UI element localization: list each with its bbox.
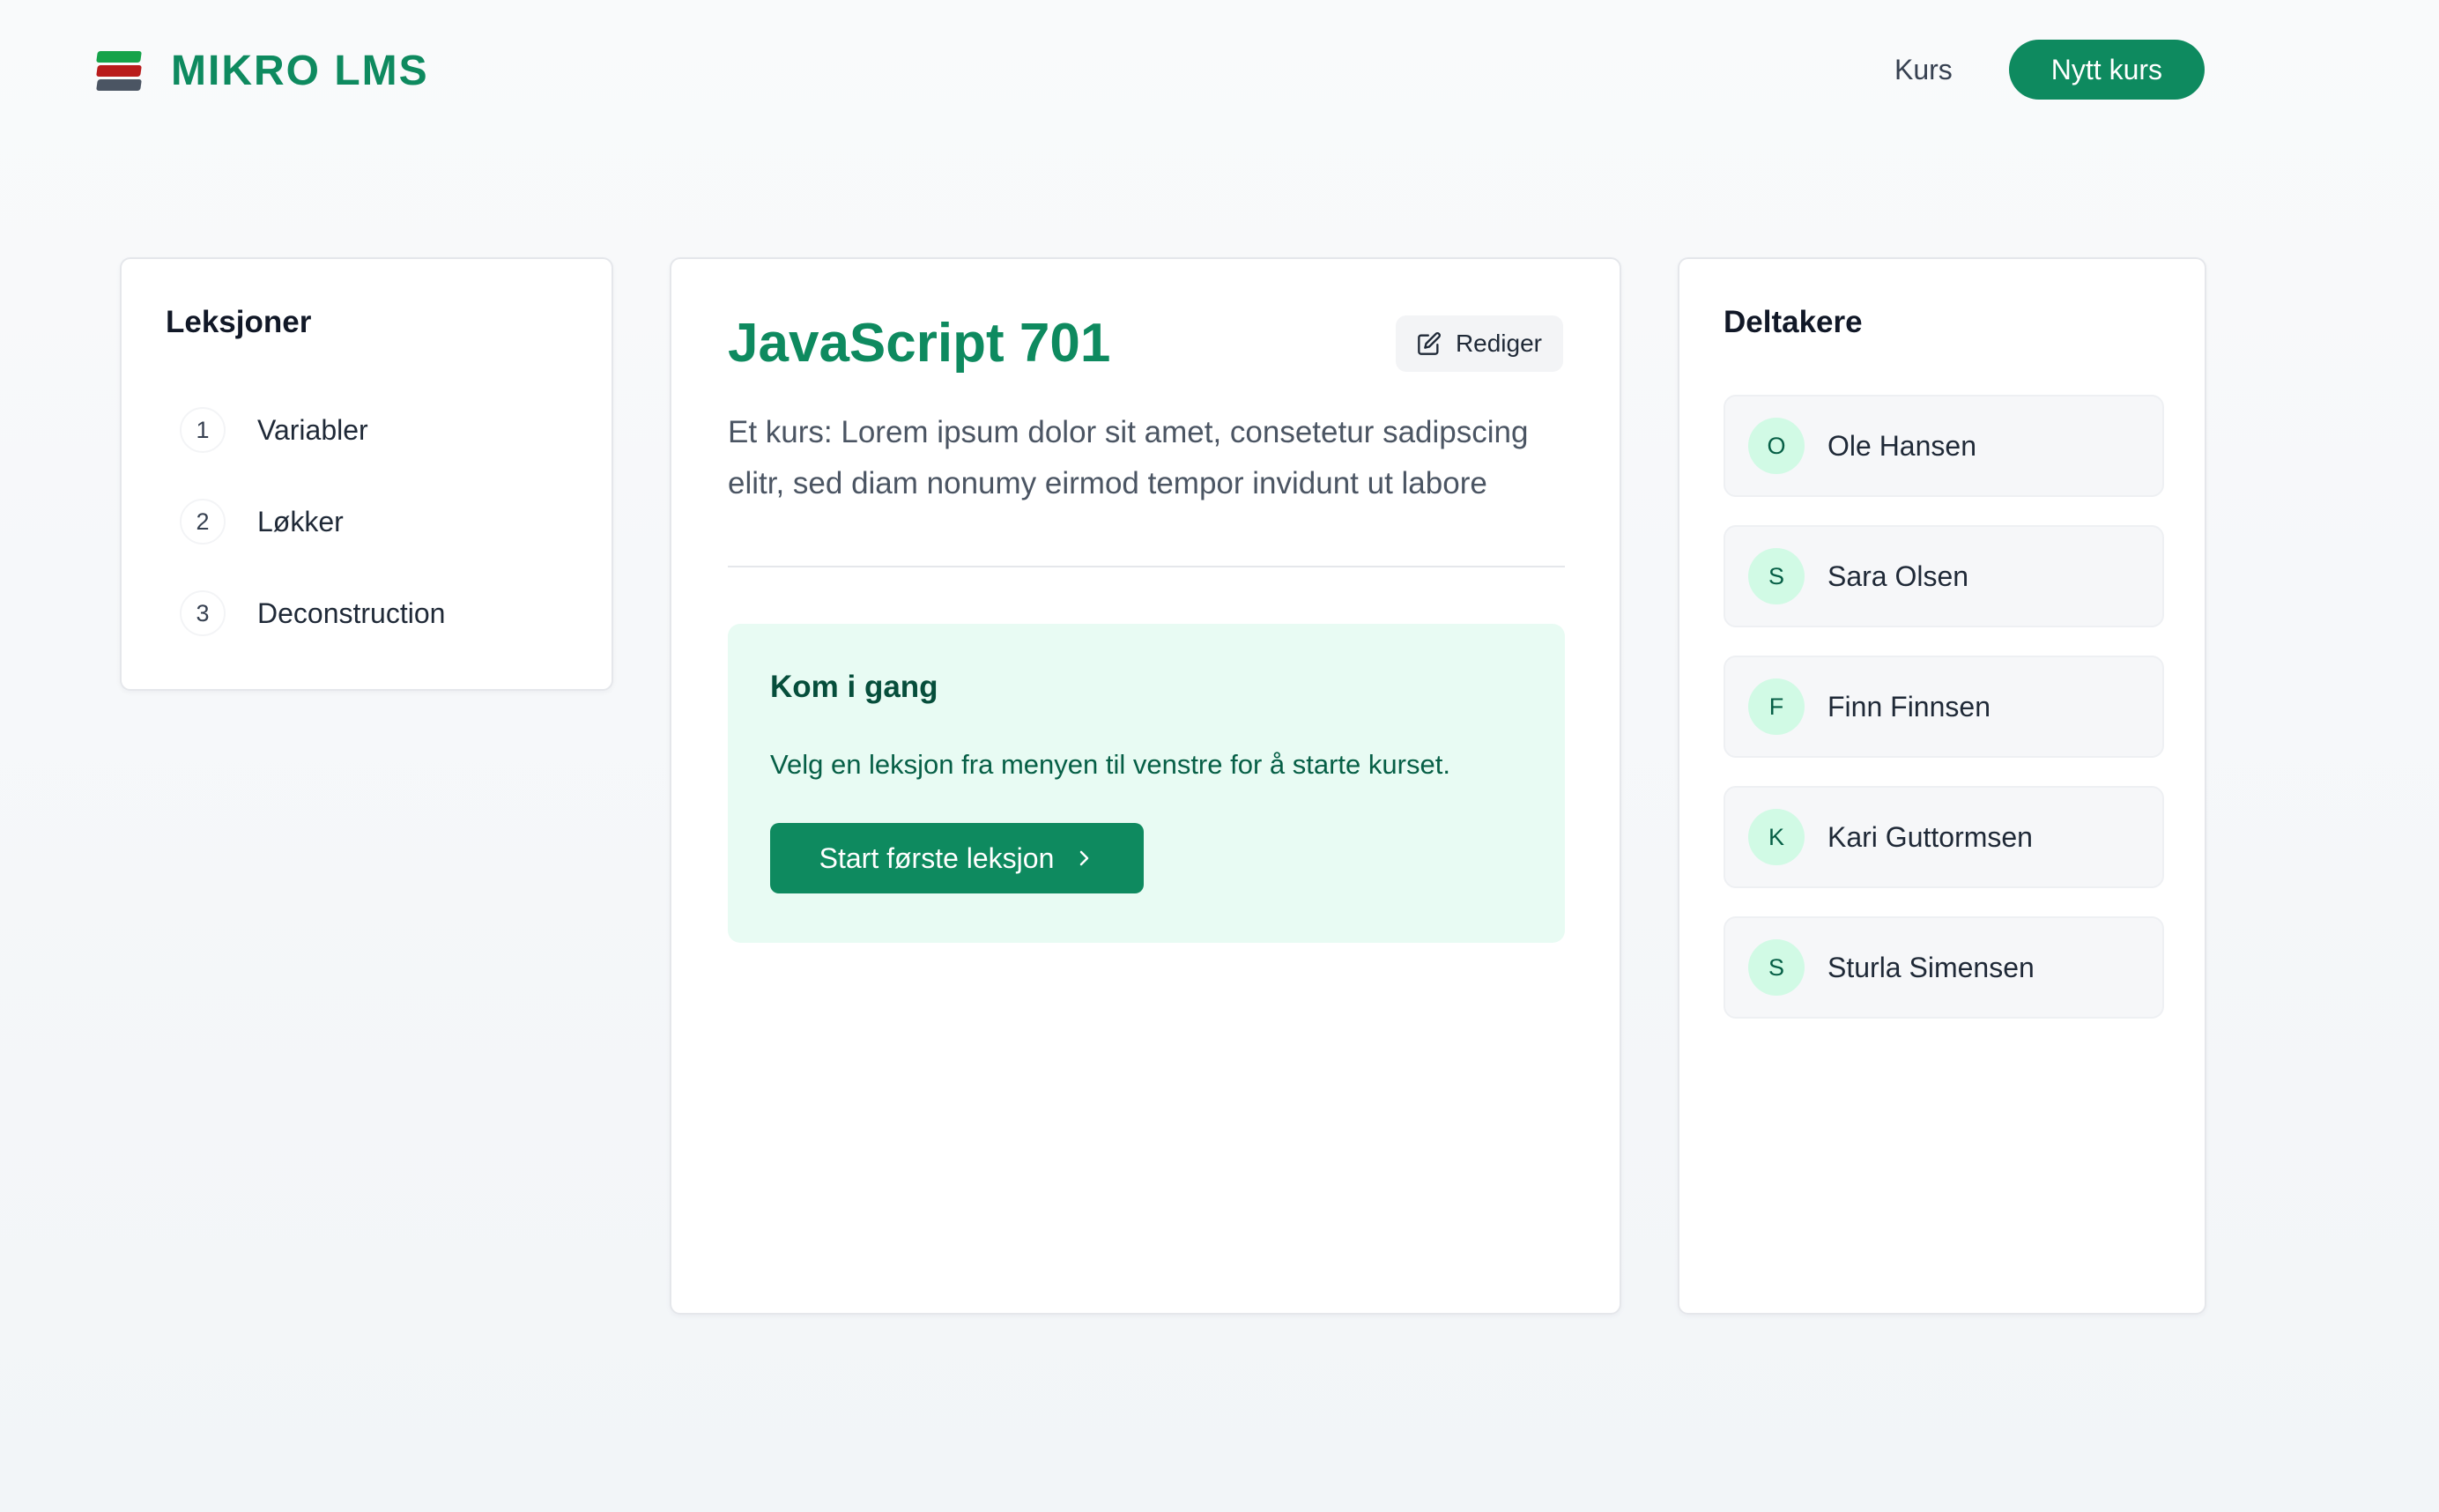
app-header: MIKRO LMS Kurs Nytt kurs — [0, 0, 2439, 141]
course-panel: JavaScript 701 Rediger Et kurs: Lorem ip… — [670, 257, 1621, 1315]
participant-item[interactable]: S Sturla Simensen — [1724, 916, 2164, 1019]
lesson-number: 2 — [180, 499, 226, 545]
new-course-button[interactable]: Nytt kurs — [2008, 40, 2205, 100]
lesson-label: Variabler — [257, 413, 368, 446]
books-icon — [93, 44, 146, 97]
participants-title: Deltakere — [1724, 305, 1863, 339]
course-description: Et kurs: Lorem ipsum dolor sit amet, con… — [728, 415, 1529, 500]
participant-item[interactable]: S Sara Olsen — [1724, 525, 2164, 627]
participant-name: Sara Olsen — [1827, 560, 1969, 592]
logo[interactable]: MIKRO LMS — [93, 42, 429, 99]
participants-panel: Deltakere O Ole Hansen S Sara Olsen F Fi… — [1678, 257, 2206, 1315]
edit-icon — [1418, 332, 1441, 355]
participant-name: Ole Hansen — [1827, 429, 1976, 462]
lesson-item[interactable]: 2 Løkker — [180, 499, 344, 545]
edit-button-label: Rediger — [1455, 330, 1542, 357]
get-started-text: Velg en leksjon fra menyen til venstre f… — [770, 749, 1450, 780]
avatar: S — [1748, 939, 1805, 996]
participant-item[interactable]: F Finn Finnsen — [1724, 656, 2164, 758]
participant-item[interactable]: O Ole Hansen — [1724, 395, 2164, 497]
avatar: O — [1748, 418, 1805, 474]
avatar: K — [1748, 809, 1805, 865]
lessons-panel: Leksjoner 1 Variabler 2 Løkker 3 Deconst… — [120, 257, 613, 691]
lessons-title: Leksjoner — [166, 305, 312, 339]
lesson-number: 1 — [180, 407, 226, 453]
edit-button[interactable]: Rediger — [1395, 315, 1563, 372]
chevron-right-icon — [1073, 848, 1094, 869]
lesson-label: Deconstruction — [257, 597, 446, 629]
start-first-lesson-button[interactable]: Start første leksjon — [770, 823, 1144, 893]
avatar: F — [1748, 678, 1805, 735]
avatar: S — [1748, 548, 1805, 604]
lesson-item[interactable]: 1 Variabler — [180, 407, 368, 453]
lesson-number: 3 — [180, 590, 226, 636]
top-nav: Kurs Nytt kurs — [1894, 40, 2205, 100]
participant-name: Finn Finnsen — [1827, 690, 1990, 723]
lesson-label: Løkker — [257, 505, 344, 537]
lesson-item[interactable]: 3 Deconstruction — [180, 590, 445, 636]
get-started-title: Kom i gang — [770, 670, 938, 704]
participant-item[interactable]: K Kari Guttormsen — [1724, 786, 2164, 888]
participant-name: Sturla Simensen — [1827, 951, 2035, 983]
participant-name: Kari Guttormsen — [1827, 820, 2033, 853]
get-started-box: Kom i gang Velg en leksjon fra menyen ti… — [728, 624, 1565, 943]
app-name: MIKRO LMS — [171, 47, 429, 94]
divider — [728, 566, 1565, 567]
nav-courses-link[interactable]: Kurs — [1894, 40, 1953, 100]
start-button-label: Start første leksjon — [819, 841, 1055, 874]
course-title: JavaScript 701 — [728, 313, 1111, 374]
